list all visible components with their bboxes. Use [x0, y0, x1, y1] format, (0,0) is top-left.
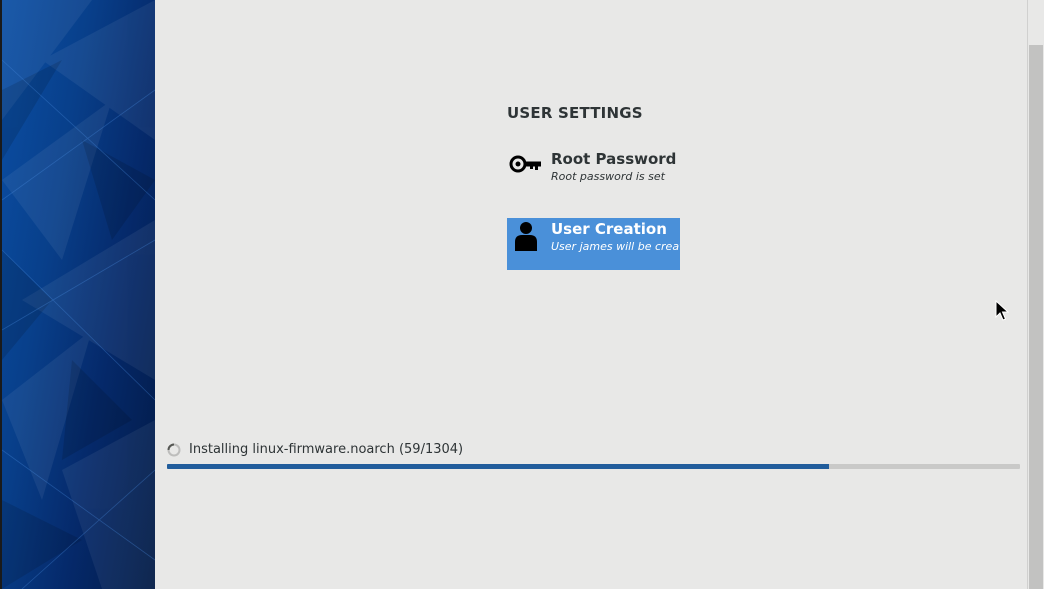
spoke-status: User james will be created — [551, 240, 680, 253]
scrollbar-thumb[interactable] — [1029, 45, 1043, 589]
section-title-user-settings: USER SETTINGS — [507, 104, 643, 122]
user-creation-spoke[interactable]: User Creation User james will be created — [507, 218, 680, 270]
spoke-status: Root password is set — [551, 170, 665, 183]
sidebar-banner — [2, 0, 155, 589]
spoke-title: Root Password — [551, 150, 677, 168]
spoke-title: User Creation — [551, 220, 667, 238]
progress-label: Installing linux-firmware.noarch (59/130… — [189, 442, 464, 457]
root-password-spoke[interactable]: Root Password Root password is set — [507, 149, 680, 201]
user-icon — [514, 220, 538, 258]
installer-screen: USER SETTINGS Root Password Root passwor… — [0, 0, 1044, 589]
key-icon — [509, 149, 543, 183]
progress-bar-fill — [167, 464, 829, 469]
sidebar-pattern — [2, 0, 155, 589]
spinner-icon — [167, 443, 181, 457]
progress-bar — [167, 464, 1020, 469]
vertical-scrollbar[interactable] — [1027, 0, 1044, 589]
mouse-cursor-icon — [995, 299, 1010, 326]
